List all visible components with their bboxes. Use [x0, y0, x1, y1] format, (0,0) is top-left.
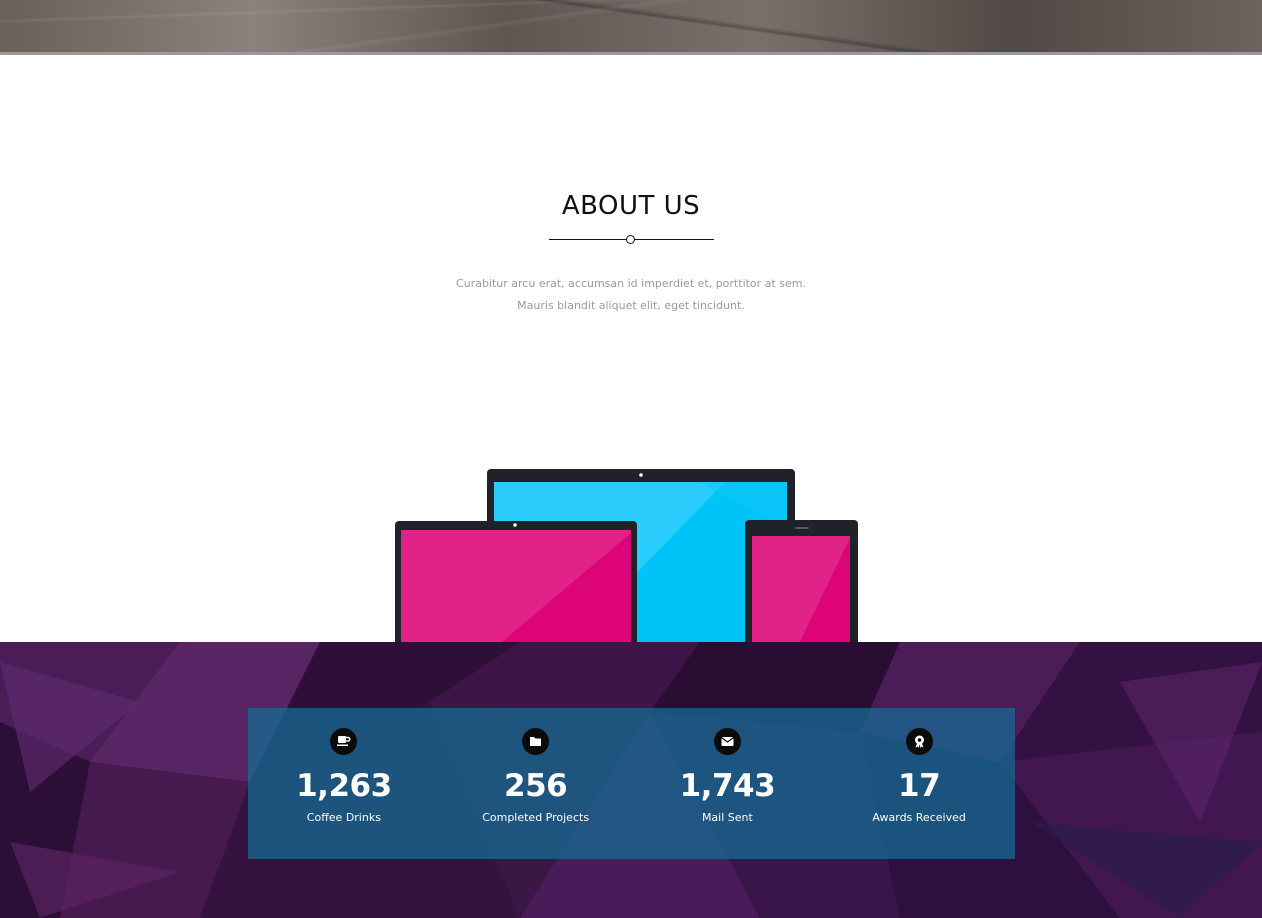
- stats-panel: 1,263 Coffee Drinks 256 Completed Projec…: [248, 708, 1015, 859]
- stat-mail: 1,743 Mail Sent: [632, 708, 824, 859]
- stats-section: 1,263 Coffee Drinks 256 Completed Projec…: [0, 642, 1262, 918]
- phone-device: [745, 520, 858, 642]
- stat-label: Coffee Drinks: [306, 811, 381, 824]
- stat-label: Completed Projects: [482, 811, 590, 824]
- devices-illustration: [395, 469, 858, 642]
- stat-value: 256: [504, 768, 568, 804]
- mail-icon: [713, 728, 741, 755]
- stat-awards: 17 Awards Received: [823, 708, 1015, 859]
- stat-value: 1,743: [679, 768, 776, 804]
- folder-icon: [522, 728, 550, 755]
- stat-value: 17: [898, 768, 941, 804]
- award-icon: [905, 728, 933, 755]
- stat-label: Mail Sent: [701, 811, 753, 824]
- about-section: ABOUT US Curabitur arcu erat, accumsan i…: [0, 55, 1262, 642]
- stat-label: Awards Received: [872, 811, 966, 824]
- stat-coffee: 1,263 Coffee Drinks: [248, 708, 440, 859]
- coffee-icon: [330, 728, 358, 755]
- tablet-device: [395, 521, 637, 642]
- stat-projects: 256 Completed Projects: [440, 708, 632, 859]
- top-banner-image: [0, 0, 1262, 52]
- stat-value: 1,263: [296, 768, 392, 804]
